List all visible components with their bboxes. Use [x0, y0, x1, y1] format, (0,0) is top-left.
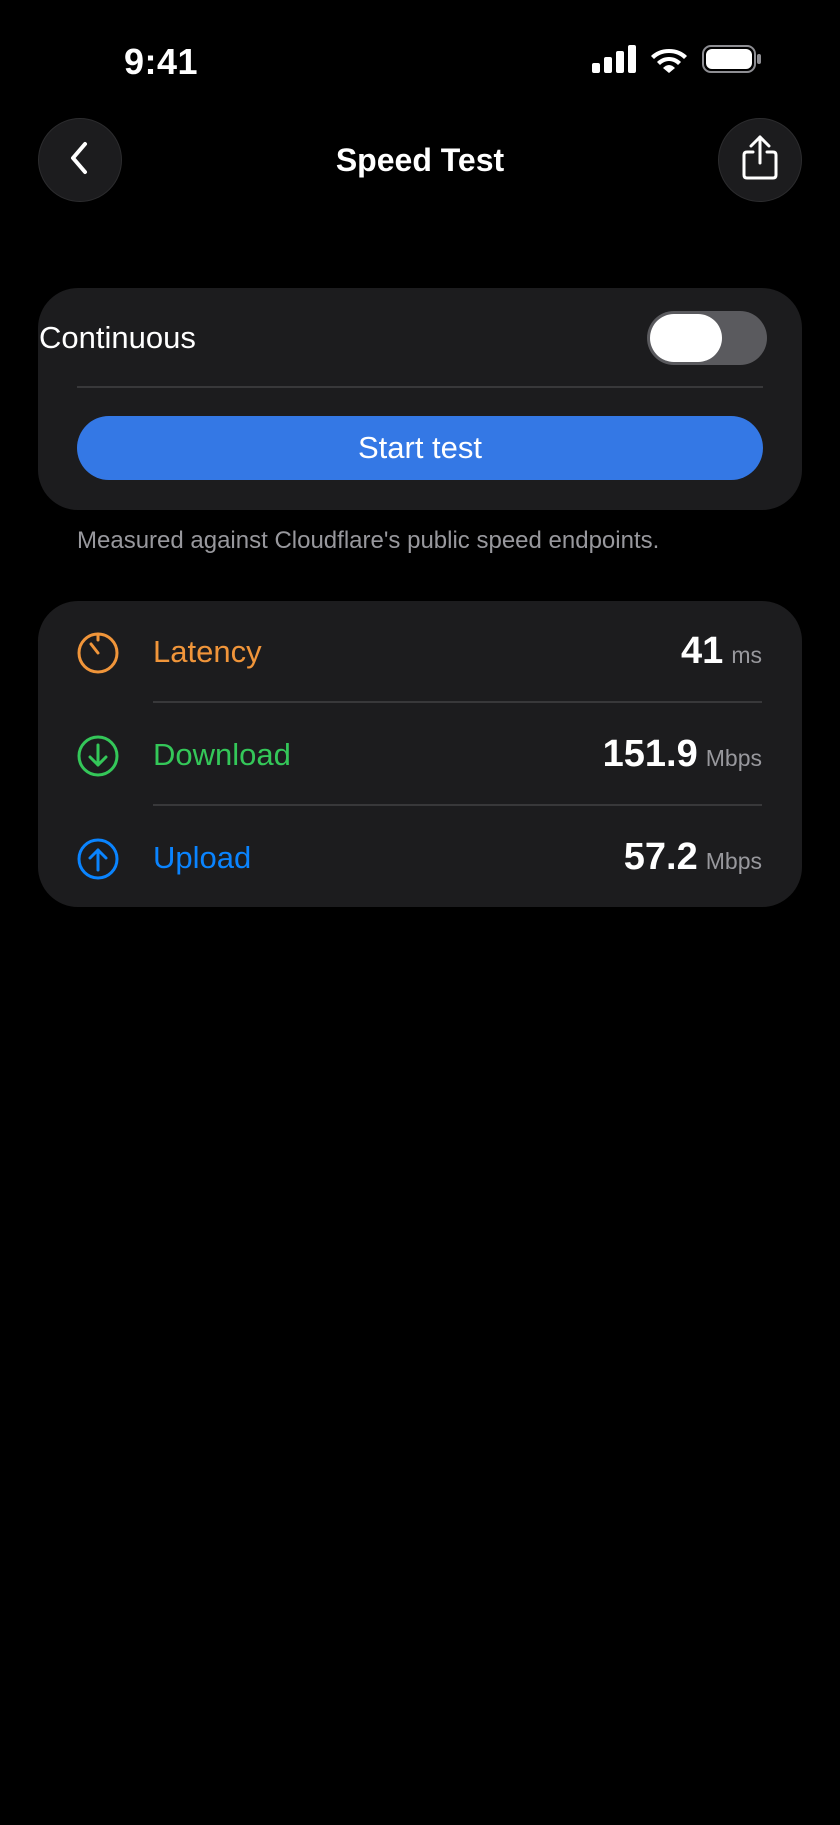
arrow-up-circle-icon: [76, 837, 120, 881]
metric-row-upload: Upload 57.2 Mbps: [38, 807, 802, 910]
metric-unit-upload: Mbps: [705, 848, 762, 874]
metric-value-group: 41 ms: [681, 627, 762, 679]
divider: [77, 386, 763, 388]
row-divider: [153, 701, 762, 703]
metric-value-latency: 41: [681, 630, 724, 672]
status-time: 9:41: [124, 41, 199, 82]
row-divider: [153, 804, 762, 806]
arrow-down-circle-icon: [76, 734, 120, 778]
metric-row-latency: Latency 41 ms: [38, 601, 802, 704]
metric-value-group: 57.2 Mbps: [624, 833, 762, 885]
start-test-button[interactable]: Start test: [77, 416, 763, 480]
signal-icon: [592, 44, 636, 78]
wifi-icon: [650, 45, 688, 78]
metric-value-group: 151.9 Mbps: [603, 730, 762, 782]
status-icons: [592, 44, 762, 78]
continuous-label: Continuous: [39, 320, 196, 355]
battery-icon: [702, 44, 762, 78]
metric-label-download: Download: [153, 737, 291, 772]
metric-unit-download: Mbps: [705, 745, 762, 771]
page-title: Speed Test: [335, 142, 505, 178]
timer-icon: [76, 631, 120, 675]
toggle-knob: [650, 314, 722, 362]
metric-label-latency: Latency: [153, 634, 262, 669]
share-icon: [740, 135, 780, 186]
share-button[interactable]: [718, 118, 802, 202]
metric-value-download: 151.9: [602, 733, 698, 775]
continuous-toggle[interactable]: [647, 311, 767, 365]
metric-label-upload: Upload: [153, 840, 252, 875]
metric-value-upload: 57.2: [623, 836, 698, 878]
caption: Measured against Cloudflare's public spe…: [77, 527, 660, 554]
metric-row-download: Download 151.9 Mbps: [38, 704, 802, 807]
metric-unit-latency: ms: [731, 642, 762, 668]
